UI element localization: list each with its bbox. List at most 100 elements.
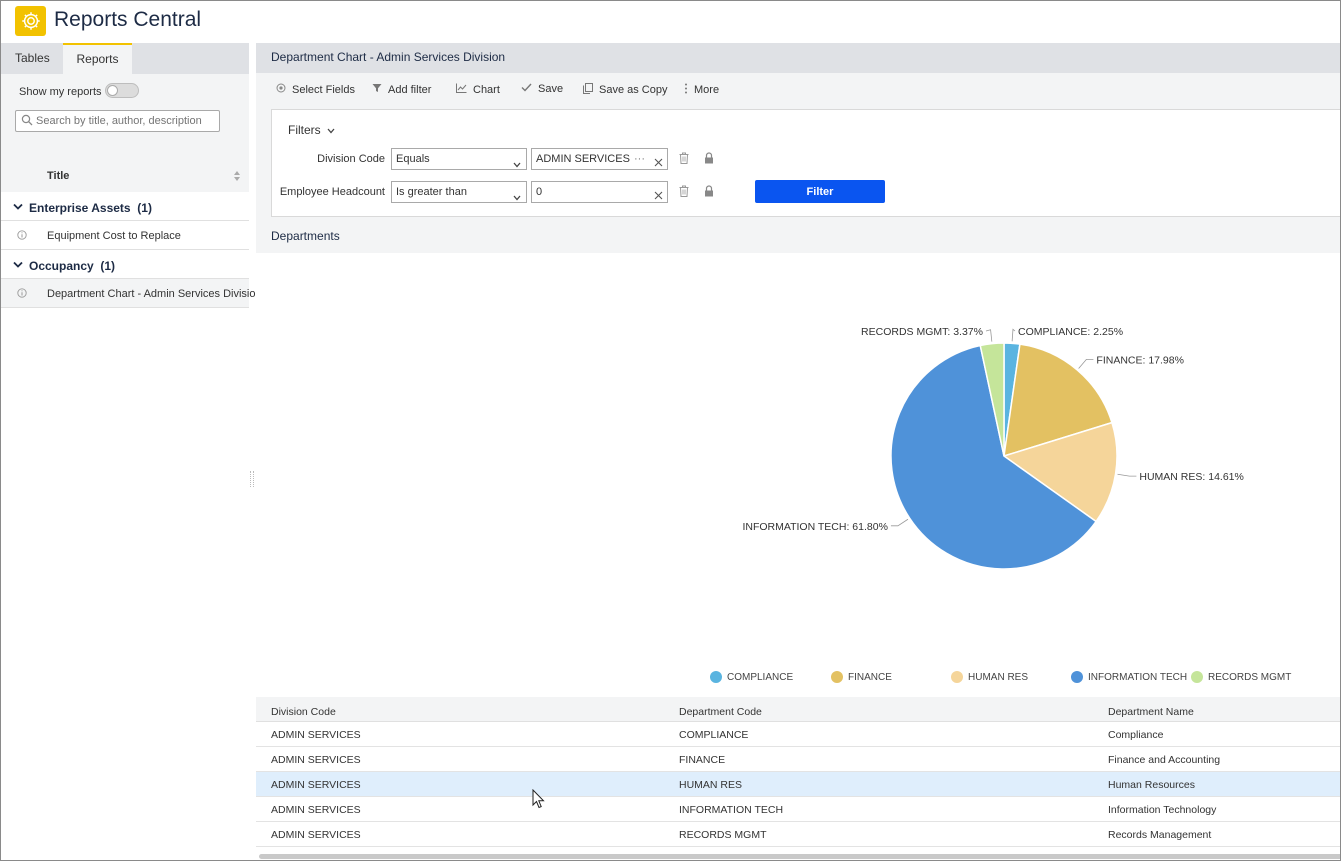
legend-item[interactable]: COMPLIANCE — [710, 671, 793, 683]
filter-value-text: ADMIN SERVICES — [536, 153, 630, 165]
show-my-reports-label: Show my reports — [19, 86, 102, 98]
legend-item[interactable]: INFORMATION TECH — [1071, 671, 1187, 683]
table-row[interactable]: ADMIN SERVICES FINANCE Finance and Account… — [256, 747, 1340, 772]
table-cell: ADMIN SERVICES — [271, 779, 361, 791]
table-header: Division Code Department Code Department… — [256, 697, 1340, 722]
table-row[interactable]: ADMIN SERVICES HUMAN RES Human Resources — [256, 772, 1340, 797]
report-title-bar: Department Chart - Admin Services Divisi… — [256, 43, 1340, 73]
filter-operator-select[interactable]: Is greater than — [391, 181, 527, 203]
filter-field-label: Division Code — [317, 153, 385, 165]
group-label: Occupancy — [29, 259, 94, 273]
table-row[interactable]: ADMIN SERVICES INFORMATION TECH Informatio… — [256, 797, 1340, 822]
legend-item[interactable]: HUMAN RES — [951, 671, 1028, 683]
save-button[interactable]: Save — [521, 83, 563, 95]
more-button[interactable]: More — [684, 83, 719, 97]
pie-label-connector — [1117, 473, 1137, 477]
app-title: Reports Central — [54, 8, 202, 31]
group-label: Enterprise Assets — [29, 201, 131, 215]
trash-icon[interactable] — [679, 185, 689, 200]
filter-operator-value: Equals — [396, 153, 430, 165]
horizontal-scrollbar[interactable] — [259, 854, 1340, 859]
filter-operator-value: Is greater than — [396, 186, 467, 198]
more-label: More — [694, 84, 720, 96]
table-row[interactable]: ADMIN SERVICES RECORDS MGMT Records Manage… — [256, 822, 1340, 847]
app-window: Reports Central Tables Reports Show my r… — [0, 0, 1341, 861]
legend-item[interactable]: FINANCE — [831, 671, 892, 683]
column-header[interactable]: Department Name — [1108, 706, 1194, 718]
report-item[interactable]: Equipment Cost to Replace — [1, 221, 249, 250]
table-cell: ADMIN SERVICES — [271, 804, 361, 816]
fields-icon — [276, 83, 286, 96]
pie-data-label: FINANCE: 17.98% — [1096, 354, 1184, 366]
gear-logo-icon[interactable] — [15, 6, 46, 36]
search-input[interactable] — [36, 111, 216, 131]
info-icon[interactable] — [17, 288, 27, 301]
add-filter-label: Add filter — [388, 83, 432, 96]
chevron-down-icon — [513, 155, 521, 175]
report-title[interactable]: Department Chart - Admin Services Divisi… — [47, 288, 262, 300]
legend-swatch — [1191, 671, 1203, 683]
add-filter-button[interactable]: Add filter — [372, 83, 431, 96]
chart-button[interactable]: Chart — [456, 83, 500, 96]
title-column-header[interactable]: Title — [47, 170, 69, 182]
filter-value-input[interactable]: 0 — [531, 181, 668, 203]
pie-label-connector — [985, 329, 993, 342]
report-title[interactable]: Equipment Cost to Replace — [47, 230, 181, 242]
line-chart-icon — [456, 83, 467, 96]
search-icon — [21, 114, 33, 129]
filters-toggle[interactable]: Filters — [288, 123, 335, 137]
chevron-down-icon[interactable] — [13, 260, 23, 272]
group-count: (1) — [100, 259, 116, 273]
clear-icon[interactable] — [654, 187, 663, 207]
pie-data-label: COMPLIANCE: 2.25% — [1018, 326, 1123, 338]
show-my-reports-toggle[interactable] — [105, 83, 139, 98]
table-cell: INFORMATION TECH — [679, 804, 784, 816]
group-occupancy[interactable]: Occupancy (1) — [1, 250, 249, 279]
clear-icon[interactable] — [654, 154, 663, 174]
filter-value-input[interactable]: ADMIN SERVICES ··· — [531, 148, 668, 170]
report-title-heading: Department Chart - Admin Services Divisi… — [271, 50, 506, 64]
table-cell: ADMIN SERVICES — [271, 829, 361, 841]
check-icon — [521, 83, 532, 95]
tab-reports[interactable]: Reports — [63, 43, 132, 74]
pie-label-connector — [890, 518, 909, 527]
main-panel: Department Chart - Admin Services Divisi… — [256, 43, 1340, 860]
save-as-copy-button[interactable]: Save as Copy — [583, 83, 667, 97]
legend-label: FINANCE — [848, 671, 892, 683]
filter-value-text: 0 — [536, 186, 543, 198]
chart-legend: COMPLIANCE FINANCE HUMAN RES INFORMATION TE… — [256, 667, 1340, 689]
pie-data-label: INFORMATION TECH: 61.80% — [742, 521, 887, 533]
select-fields-label: Select Fields — [292, 83, 355, 96]
filter-operator-select[interactable]: Equals — [391, 148, 527, 170]
legend-swatch — [831, 671, 843, 683]
report-toolbar: Select Fields Add filter Chart Save Save… — [256, 73, 1340, 107]
more-vertical-icon — [684, 83, 688, 97]
report-item-active[interactable]: Department Chart - Admin Services Divisi… — [1, 279, 262, 308]
lock-icon[interactable] — [704, 185, 714, 200]
filter-button[interactable]: Filter — [755, 180, 885, 203]
report-search[interactable] — [15, 110, 220, 132]
chevron-down-icon — [513, 188, 521, 208]
group-count: (1) — [137, 201, 152, 215]
save-as-copy-label: Save as Copy — [599, 84, 668, 96]
left-tabs: Tables Reports — [1, 43, 249, 74]
tab-tables[interactable]: Tables — [15, 43, 50, 74]
chart-label: Chart — [473, 83, 500, 96]
column-header[interactable]: Department Code — [679, 706, 762, 718]
chevron-down-icon[interactable] — [13, 202, 23, 214]
trash-icon[interactable] — [679, 152, 689, 167]
group-enterprise-assets[interactable]: Enterprise Assets (1) — [1, 192, 249, 221]
info-icon[interactable] — [17, 230, 27, 243]
legend-label: HUMAN RES — [968, 671, 1029, 683]
group-title: Enterprise Assets (1) — [29, 201, 152, 215]
legend-label: COMPLIANCE — [727, 671, 794, 683]
column-header[interactable]: Division Code — [271, 706, 336, 718]
sort-icon[interactable] — [233, 170, 241, 185]
legend-item[interactable]: RECORDS MGMT — [1191, 671, 1291, 683]
table-row[interactable]: ADMIN SERVICES COMPLIANCE Compliance — [256, 722, 1340, 747]
lock-icon[interactable] — [704, 152, 714, 167]
ellipsis-icon[interactable]: ··· — [634, 149, 645, 169]
select-fields-button[interactable]: Select Fields — [276, 83, 355, 96]
panel-splitter[interactable] — [250, 471, 254, 487]
table-cell: HUMAN RES — [679, 779, 743, 791]
